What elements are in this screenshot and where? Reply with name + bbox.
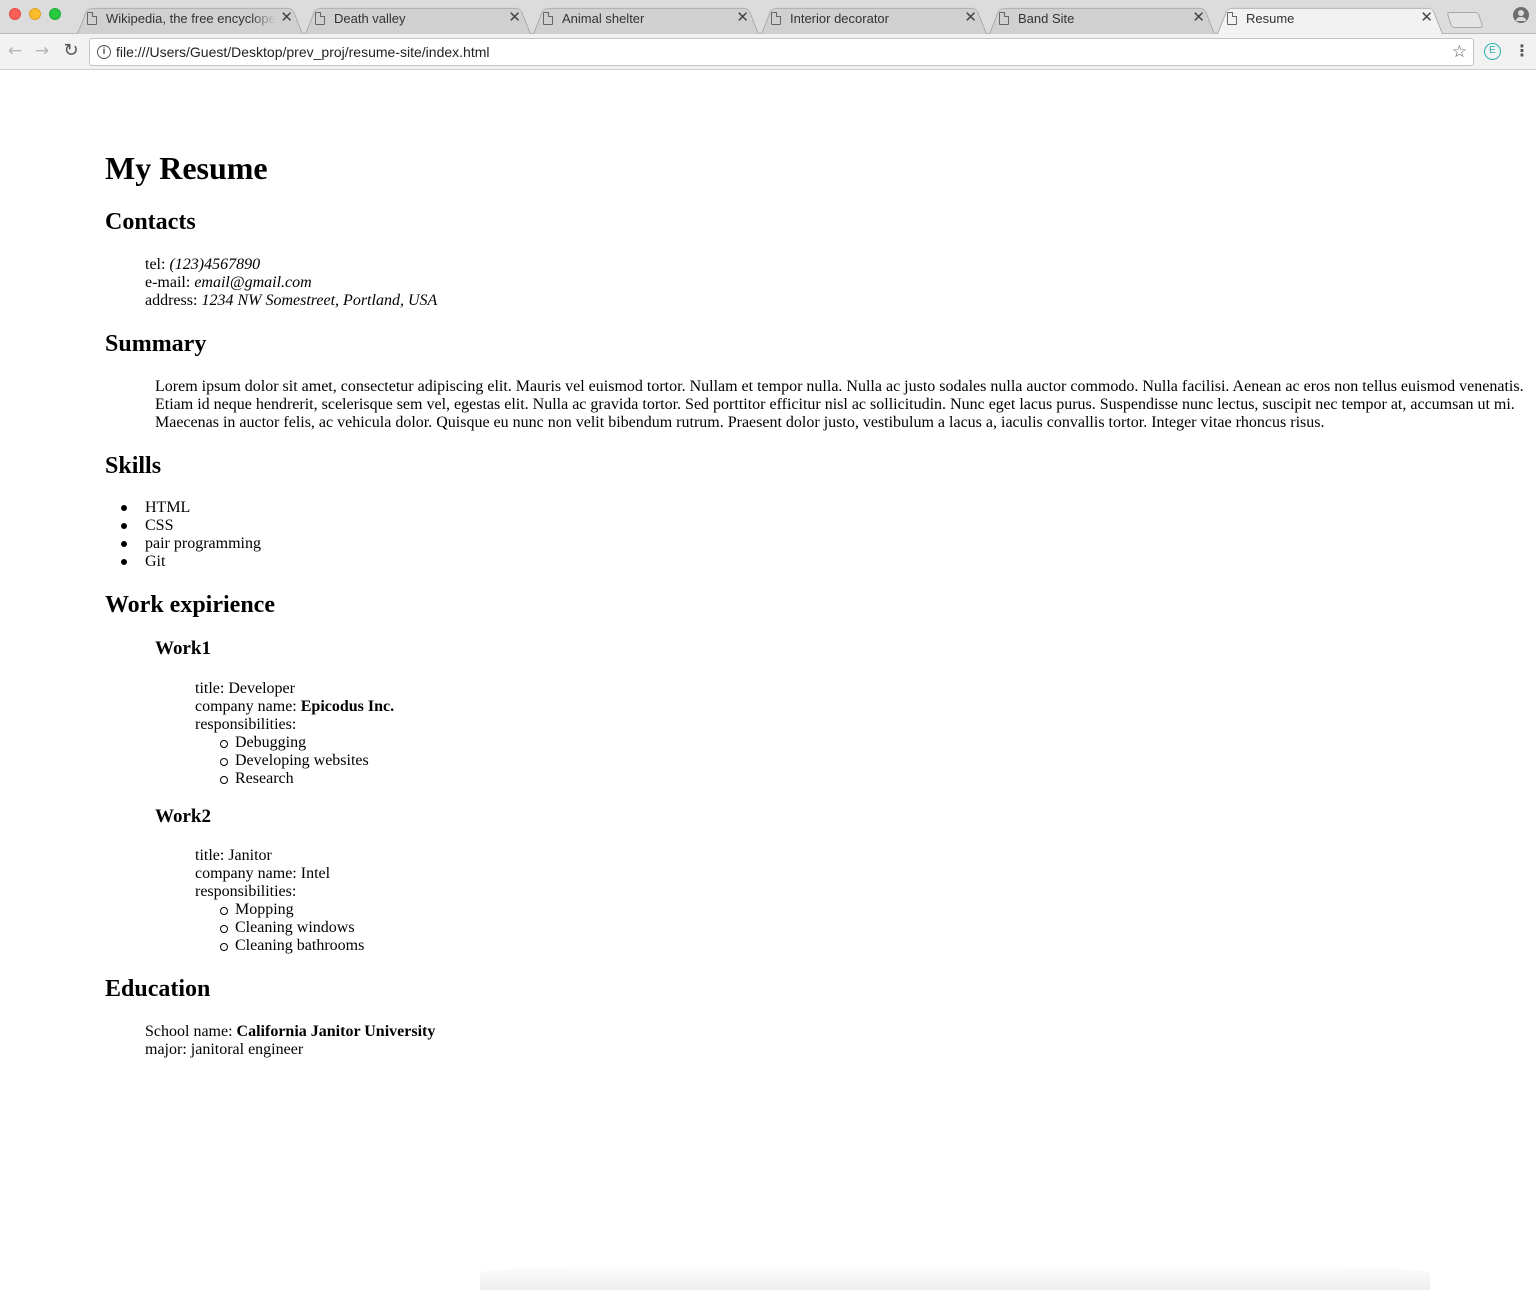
back-arrow-icon[interactable]: ← [4, 40, 26, 62]
page-icon [87, 12, 97, 25]
url-text[interactable]: file:///Users/Guest/Desktop/prev_proj/re… [116, 44, 489, 60]
skill-item: CSS [120, 517, 174, 534]
job-title-value: Developer [228, 680, 295, 697]
contact-tel: tel: (123)4567890 [145, 256, 260, 274]
job-company: company name: Intel [195, 865, 330, 883]
address-label: address: [145, 292, 198, 309]
education-heading: Education [105, 976, 211, 1002]
tab-strip: Wikipedia, the free encyclopedia ✕ Death… [0, 0, 1536, 34]
tab-death-valley[interactable]: Death valley ✕ [305, 5, 531, 34]
job-title-label: title: [195, 847, 225, 864]
skill-item: Git [120, 553, 166, 570]
major-label: major: [145, 1041, 187, 1058]
responsibility-item: Mopping [220, 901, 294, 918]
page-icon [543, 12, 553, 25]
job-title: title: Janitor [195, 847, 272, 865]
address-value: 1234 NW Somestreet, Portland, USA [201, 292, 438, 309]
company-value: Intel [300, 865, 331, 882]
bookmark-star-icon[interactable]: ☆ [1452, 42, 1467, 62]
responsibilities-label: responsibilities: [195, 716, 297, 733]
major-value: janitoral engineer [190, 1041, 304, 1058]
tab-title: Animal shelter [562, 11, 645, 26]
responsibility-item: Cleaning bathrooms [219, 937, 365, 954]
page-icon [999, 12, 1009, 25]
close-tab-icon[interactable]: ✕ [1192, 9, 1205, 27]
page-icon [771, 12, 781, 25]
school-value: California Janitor University [236, 1023, 436, 1040]
tab-title: Band Site [1018, 11, 1075, 26]
bottom-shadow [480, 1262, 1430, 1290]
tab-wikipedia[interactable]: Wikipedia, the free encyclopedia ✕ [77, 5, 303, 34]
close-tab-icon[interactable]: ✕ [1420, 9, 1433, 27]
job-title: title: Developer [195, 680, 295, 698]
reload-icon[interactable]: ↻ [60, 40, 82, 62]
extension-icon[interactable]: E [1484, 43, 1501, 60]
close-tab-icon[interactable]: ✕ [964, 9, 977, 27]
zoom-window-button[interactable] [49, 8, 61, 20]
tab-title: Wikipedia, the free encyclopedia [106, 11, 276, 26]
responsibilities-label: responsibilities: [195, 883, 297, 900]
page-viewport: My Resume Contacts tel: (123)4567890 e-m… [0, 70, 1536, 1290]
address-bar[interactable]: i file:///Users/Guest/Desktop/prev_proj/… [89, 38, 1474, 66]
tab-title: Resume [1246, 11, 1295, 26]
company-label: company name: [195, 865, 297, 882]
email-label: e-mail: [145, 274, 191, 291]
responsibility-item: Debugging [219, 734, 307, 751]
job-heading: Work1 [155, 638, 211, 659]
email-value: email@gmail.com [194, 274, 312, 291]
company-label: company name: [195, 698, 297, 715]
job-company: company name: Epicodus Inc. [195, 698, 394, 716]
summary-text: Lorem ipsum dolor sit amet, consectetur … [155, 378, 1524, 431]
profile-icon[interactable] [1513, 7, 1529, 23]
responsibility-item: Research [220, 770, 294, 787]
browser-toolbar: ← → ↻ i file:///Users/Guest/Desktop/prev… [0, 34, 1536, 70]
contacts-heading: Contacts [105, 209, 196, 235]
job-title-value: Janitor [228, 847, 272, 864]
page-icon [315, 12, 325, 25]
responsibility-item: Cleaning windows [220, 919, 355, 936]
close-tab-icon[interactable]: ✕ [508, 9, 521, 27]
tab-animal-shelter[interactable]: Animal shelter ✕ [533, 5, 759, 34]
skill-item: pair programming [121, 535, 261, 552]
close-tab-icon[interactable]: ✕ [280, 9, 293, 27]
responsibility-item: Developing websites [220, 752, 369, 769]
job-heading: Work2 [155, 806, 211, 827]
work-heading: Work expirience [105, 592, 275, 618]
close-window-button[interactable] [9, 8, 21, 20]
minimize-window-button[interactable] [29, 8, 41, 20]
job-title-label: title: [195, 680, 225, 697]
skill-item: HTML [120, 499, 191, 516]
school-label: School name: [145, 1023, 233, 1040]
tab-interior-decorator[interactable]: Interior decorator ✕ [761, 5, 987, 34]
tel-value: (123)4567890 [169, 256, 261, 273]
tab-resume[interactable]: Resume ✕ [1217, 5, 1443, 34]
more-menu-icon[interactable]: ⋮ [1514, 41, 1530, 61]
tab-band-site[interactable]: Band Site ✕ [989, 5, 1215, 34]
page-title: My Resume [105, 150, 268, 186]
tab-title: Interior decorator [790, 11, 889, 26]
tab-title: Death valley [334, 11, 406, 26]
new-tab-button[interactable] [1446, 12, 1484, 28]
education-school: School name: California Janitor Universi… [145, 1023, 435, 1041]
skills-heading: Skills [105, 453, 162, 479]
close-tab-icon[interactable]: ✕ [736, 9, 749, 27]
forward-arrow-icon[interactable]: → [31, 40, 53, 62]
education-major: major: janitoral engineer [145, 1041, 303, 1059]
company-value: Epicodus Inc. [300, 698, 395, 715]
page-icon [1227, 12, 1237, 25]
info-icon[interactable]: i [97, 45, 111, 59]
tel-label: tel: [145, 256, 166, 273]
contact-address: address: 1234 NW Somestreet, Portland, U… [145, 292, 437, 310]
contact-email: e-mail: email@gmail.com [145, 274, 312, 292]
summary-heading: Summary [105, 331, 207, 357]
